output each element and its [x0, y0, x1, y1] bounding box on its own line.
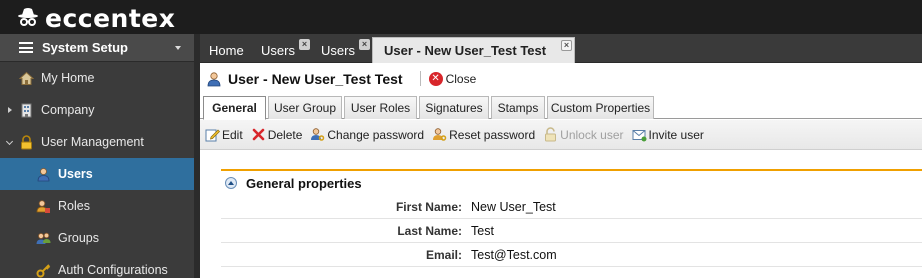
invite-user-button[interactable]: Invite user: [632, 127, 704, 142]
close-icon[interactable]: ×: [299, 39, 310, 50]
sidebar-item-label: Auth Configurations: [58, 263, 168, 277]
tab-label: Stamps: [497, 101, 539, 115]
sidebar-item-label: Users: [58, 167, 93, 181]
sidebar-header-label: System Setup: [42, 40, 128, 55]
button-label: Delete: [267, 127, 303, 142]
field-value: Test: [471, 223, 494, 238]
user-key-icon: [310, 127, 325, 142]
sidebar-item-groups[interactable]: Groups: [0, 222, 194, 254]
sidebar-item-company[interactable]: Company: [0, 94, 194, 126]
field-value: Test@Test.com: [471, 247, 557, 262]
tab-users-1[interactable]: Users ×: [252, 37, 312, 63]
hamburger-icon: [19, 42, 33, 53]
page-title: User - New User_Test Test: [228, 70, 403, 87]
close-icon[interactable]: ×: [561, 40, 572, 51]
tab-signatures[interactable]: Signatures: [419, 96, 489, 119]
action-toolbar: Edit Delete Change password Reset passwo…: [200, 120, 922, 150]
unlock-icon: [543, 127, 558, 142]
top-bar: eccentex: [0, 0, 922, 34]
tab-label: User Group: [273, 101, 337, 115]
collapse-arrow-icon[interactable]: [5, 137, 14, 146]
page-header: User - New User_Test Test ✕ Close: [200, 63, 922, 94]
sidebar-item-label: Groups: [58, 231, 99, 245]
sidebar-item-label: Company: [41, 103, 95, 117]
expand-arrow-icon[interactable]: [8, 107, 12, 113]
button-label: Change password: [327, 127, 425, 142]
field-label: Last Name:: [397, 223, 462, 238]
close-button[interactable]: ✕ Close: [428, 71, 477, 86]
tab-home[interactable]: Home: [200, 37, 252, 63]
tab-user-group[interactable]: User Group: [268, 96, 342, 119]
tab-label: Home: [209, 42, 244, 58]
building-icon: [19, 103, 34, 118]
edit-icon: [205, 127, 220, 142]
sidebar-item-roles[interactable]: Roles: [0, 190, 194, 222]
field-row-email: Email: Test@Test.com: [221, 243, 922, 267]
tab-label: Users: [321, 42, 355, 58]
tab-label: User - New User_Test Test: [384, 43, 547, 58]
field-label: First Name:: [395, 199, 462, 214]
field-value: New User_Test: [471, 199, 556, 214]
reset-password-button[interactable]: Reset password: [432, 127, 535, 142]
change-password-button[interactable]: Change password: [310, 127, 424, 142]
section-title: General properties: [246, 175, 362, 191]
sidebar-item-users[interactable]: Users: [0, 158, 194, 190]
app-name: eccentex: [45, 4, 176, 33]
detail-tabs: General User Group User Roles Signatures…: [200, 94, 922, 120]
field-label: Email:: [425, 247, 462, 262]
sidebar-item-label: User Management: [41, 135, 144, 149]
button-label: Unlock user: [560, 127, 624, 142]
button-label: Edit: [222, 127, 243, 142]
tab-label: User Roles: [350, 101, 411, 115]
tab-custom-properties[interactable]: Custom Properties: [547, 96, 654, 119]
delete-button[interactable]: Delete: [251, 127, 303, 142]
sidebar-item-label: My Home: [41, 71, 95, 85]
sidebar-item-auth-configurations[interactable]: Auth Configurations: [0, 254, 194, 278]
field-row-last-name: Last Name: Test: [221, 219, 922, 243]
close-circle-icon: ✕: [428, 71, 443, 86]
tab-users-2[interactable]: Users ×: [312, 37, 372, 63]
button-label: Invite user: [648, 127, 704, 142]
app-logo[interactable]: eccentex: [17, 4, 175, 33]
tab-strip: Home Users × Users × User - New User_Tes…: [200, 34, 922, 63]
tab-general[interactable]: General: [203, 96, 266, 120]
user-key-icon: [432, 127, 447, 142]
tab-label: Users: [261, 42, 295, 58]
sidebar-item-my-home[interactable]: My Home: [0, 62, 194, 94]
user-icon: [206, 71, 222, 87]
close-icon[interactable]: ×: [359, 39, 370, 50]
tab-label: Signatures: [425, 101, 483, 115]
home-icon: [18, 71, 35, 86]
unlock-user-button[interactable]: Unlock user: [543, 127, 624, 142]
delete-x-icon: [251, 127, 266, 142]
sidebar-item-label: Roles: [58, 199, 90, 213]
tab-user-new-user-test[interactable]: User - New User_Test Test ×: [372, 37, 575, 63]
tab-user-roles[interactable]: User Roles: [344, 96, 417, 119]
main-content: User - New User_Test Test ✕ Close Genera…: [200, 63, 922, 278]
lock-icon: [19, 134, 34, 150]
chevron-down-icon: [175, 46, 181, 50]
general-properties-header[interactable]: General properties: [221, 171, 922, 195]
tab-stamps[interactable]: Stamps: [491, 96, 545, 119]
edit-button[interactable]: Edit: [205, 127, 243, 142]
key-icon: [36, 263, 51, 278]
button-label: Reset password: [449, 127, 536, 142]
sidebar-item-user-management[interactable]: User Management: [0, 126, 194, 158]
general-properties-panel: General properties First Name: New User_…: [221, 169, 922, 267]
close-label: Close: [445, 71, 477, 86]
sidebar-header-system-setup[interactable]: System Setup: [0, 34, 194, 62]
collapse-toggle-icon[interactable]: [225, 177, 237, 189]
roles-icon: [36, 199, 51, 214]
envelope-icon: [632, 127, 647, 142]
tab-label: Custom Properties: [550, 101, 651, 115]
groups-icon: [36, 231, 51, 246]
divider: [419, 71, 421, 86]
field-row-first-name: First Name: New User_Test: [221, 195, 922, 219]
tab-label: General: [212, 101, 257, 115]
sidebar: System Setup My Home Company User Manage…: [0, 34, 194, 278]
spy-hat-icon: [17, 6, 39, 31]
user-icon: [36, 167, 51, 182]
